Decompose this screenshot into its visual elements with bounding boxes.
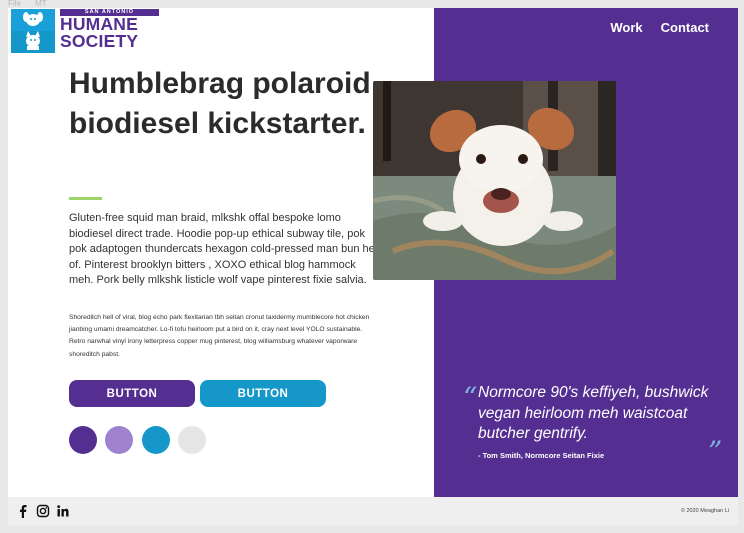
facebook-icon[interactable] [16,504,30,518]
quote-open-mark: “ [463,381,478,414]
tab-mt[interactable]: MT [35,0,47,8]
logo-name: HUMANE SOCIETY [60,15,139,51]
swatch-lavender [105,426,133,454]
nav-work-link[interactable]: Work [610,20,642,35]
testimonial-author: - Tom Smith, Normcore Seitan Fixie [478,451,605,460]
tab-file[interactable]: File [8,0,21,8]
dog-photo [373,81,616,280]
copyright-text: © 2020 Meaghan Li [680,508,729,514]
quote-close-mark: ” [708,435,723,468]
footer: © 2020 Meaghan Li [8,497,738,525]
swatch-blue [142,426,170,454]
main-nav: Work Contact [610,20,709,35]
hero-body-paragraph: Shoreditch hell of viral, blog echo park… [69,314,370,358]
logo[interactable]: SAN ANTONIO HUMANE SOCIETY [11,9,159,53]
nav-contact-link[interactable]: Contact [661,20,709,35]
instagram-icon[interactable] [36,504,50,518]
hero-lead-paragraph: Gluten-free squid man braid, mlkshk offa… [69,212,380,286]
logo-line-2: SOCIETY [60,31,139,51]
swatch-gray [178,426,206,454]
hero-headline: Humblebrag polaroid biodiesel kickstarte… [69,67,371,140]
logo-wordmark: SAN ANTONIO HUMANE SOCIETY [60,9,159,53]
linkedin-icon[interactable] [56,504,70,518]
primary-button[interactable]: BUTTON [69,380,195,407]
logo-pets-icon [11,9,55,53]
swatch-purple [69,426,97,454]
secondary-button[interactable]: BUTTON [200,380,326,407]
browser-tabstrip: File MT [8,0,59,8]
accent-rule [69,197,102,200]
testimonial-quote: Normcore 90's keffiyeh, bushwick vegan h… [478,384,709,442]
